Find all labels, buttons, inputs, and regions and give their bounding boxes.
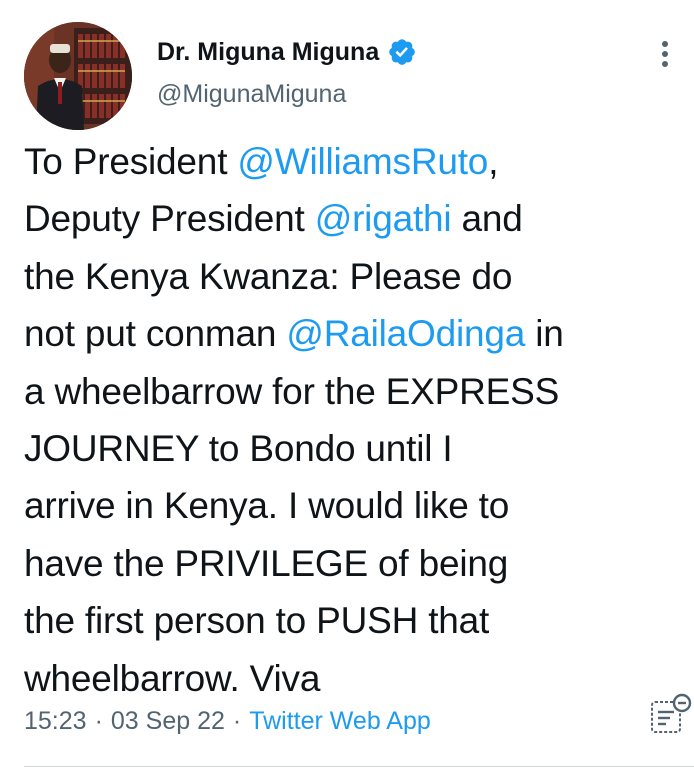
tweet-text-segment: have the PRIVILEGE of being (24, 542, 509, 584)
avatar-image (24, 22, 132, 130)
tweet-line: Deputy President @rigathi and (24, 190, 674, 247)
tweet-meta: 15:23 · 03 Sep 22 · Twitter Web App (24, 707, 431, 736)
tweet-line: have the PRIVILEGE of being (24, 535, 674, 592)
more-options-icon[interactable] (650, 36, 680, 72)
tweet[interactable]: Dr. Miguna Miguna @MigunaMiguna To Presi… (0, 0, 694, 769)
tweet-time[interactable]: 15:23 (24, 707, 87, 735)
tweet-text-segment: not put conman (24, 313, 287, 355)
tweet-text-segment: arrive in Kenya. I would like to (24, 485, 510, 527)
mention-rigathi[interactable]: @rigathi (315, 198, 452, 239)
tweet-date[interactable]: 03 Sep 22 (111, 707, 225, 735)
tweet-line: the first person to PUSH that (24, 592, 674, 649)
tweet-text-segment: , (488, 141, 499, 182)
tweet-line: a wheelbarrow for the EXPRESS (24, 363, 674, 420)
tweet-text-segment: wheelbarrow. Viva (24, 657, 321, 699)
tweet-line: JOURNEY to Bondo until I (24, 420, 674, 477)
tweet-text-segment: To President (24, 141, 238, 182)
mention-railaodinga[interactable]: @RailaOdinga (286, 313, 525, 354)
tweet-text-segment: in (525, 313, 564, 355)
verified-badge-icon (389, 39, 416, 65)
author-handle[interactable]: @MigunaMiguna (157, 80, 346, 109)
meta-separator: · (232, 707, 242, 735)
tweet-text: To President @WilliamsRuto, Deputy Presi… (24, 133, 674, 707)
tweet-text-segment: a wheelbarrow for the EXPRESS (24, 370, 560, 412)
mention-williamsruto[interactable]: @WilliamsRuto (237, 141, 488, 182)
view-analytics-icon[interactable] (644, 690, 692, 738)
tweet-text-segment: the first person to PUSH that (24, 600, 490, 642)
tweet-text-segment: JOURNEY to Bondo until I (24, 428, 453, 470)
tweet-line: not put conman @RailaOdinga in (24, 305, 674, 362)
tweet-line: To President @WilliamsRuto, (24, 133, 674, 190)
tweet-text-segment: and (451, 198, 523, 240)
tweet-line: wheelbarrow. Viva (24, 650, 674, 707)
tweet-line: arrive in Kenya. I would like to (24, 477, 674, 534)
tweet-line: the Kenya Kwanza: Please do (24, 248, 674, 305)
author-name-row: Dr. Miguna Miguna (157, 34, 417, 70)
author-display-name[interactable]: Dr. Miguna Miguna (157, 38, 379, 67)
tweet-text-segment: the Kenya Kwanza: Please do (24, 255, 513, 297)
tweet-text-segment: Deputy President (24, 198, 315, 240)
meta-separator: · (94, 707, 103, 735)
avatar[interactable] (24, 22, 132, 130)
tweet-source-link[interactable]: Twitter Web App (249, 707, 431, 735)
divider (24, 766, 694, 767)
